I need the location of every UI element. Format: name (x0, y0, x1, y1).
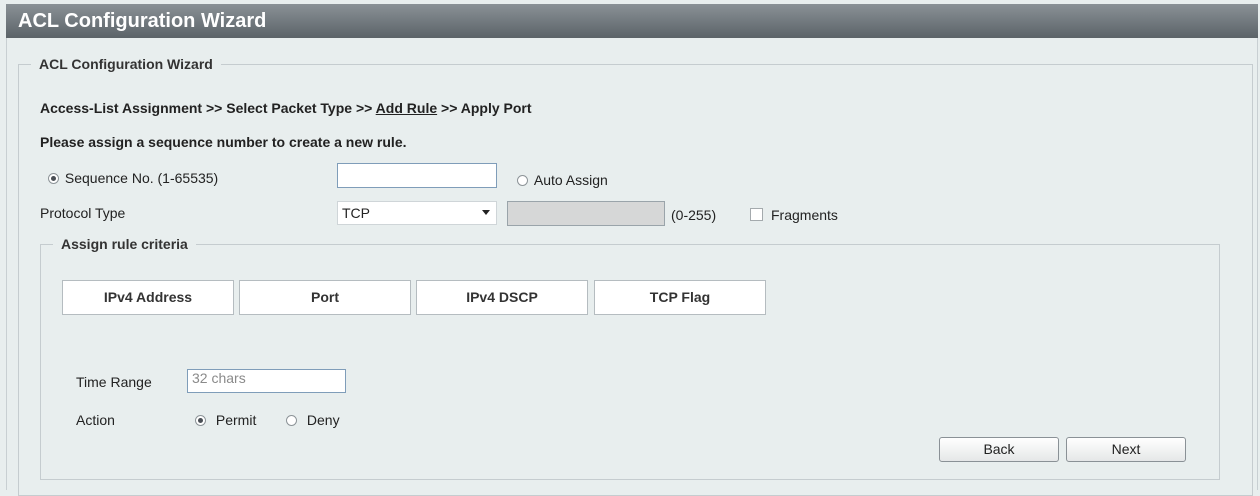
time-range-label: Time Range (76, 374, 152, 390)
permit-option[interactable]: Permit (195, 412, 256, 428)
protocol-type-select[interactable]: TCP (337, 201, 497, 225)
auto-assign-option[interactable]: Auto Assign (517, 172, 608, 188)
deny-label: Deny (306, 412, 340, 428)
breadcrumb-step-access-list: Access-List Assignment (40, 100, 203, 116)
tab-port[interactable]: Port (239, 280, 411, 315)
tab-ipv4-address[interactable]: IPv4 Address (62, 280, 234, 315)
permit-radio[interactable] (195, 415, 206, 426)
wizard-legend: ACL Configuration Wizard (39, 56, 213, 72)
tab-tcp-flag[interactable]: TCP Flag (594, 280, 766, 315)
time-range-placeholder: 32 chars (192, 370, 246, 386)
back-button[interactable]: Back (939, 437, 1059, 462)
window-title: ACL Configuration Wizard (6, 4, 1258, 38)
action-label: Action (76, 412, 115, 428)
frame-right-edge (1257, 38, 1258, 490)
fragments-checkbox[interactable] (750, 208, 763, 221)
deny-radio[interactable] (286, 415, 297, 426)
breadcrumb: Access-List Assignment >> Select Packet … (40, 100, 532, 116)
auto-assign-label: Auto Assign (533, 172, 608, 188)
tab-ipv4-dscp[interactable]: IPv4 DSCP (416, 280, 588, 315)
fragments-label: Fragments (771, 207, 838, 223)
sequence-label: Sequence No. (1-65535) (64, 170, 219, 186)
protocol-id-input (507, 201, 665, 226)
breadcrumb-separator: >> (355, 100, 373, 116)
frame-left-edge (6, 38, 7, 490)
breadcrumb-step-add-rule: Add Rule (375, 100, 438, 116)
sequence-number-input[interactable] (337, 163, 497, 188)
breadcrumb-separator: >> (205, 100, 223, 116)
breadcrumb-step-apply-port: Apply Port (460, 100, 532, 116)
sequence-radio[interactable] (48, 173, 59, 184)
next-button[interactable]: Next (1066, 437, 1186, 462)
sequence-option[interactable]: Sequence No. (1-65535) (48, 170, 218, 186)
permit-label: Permit (215, 412, 257, 428)
protocol-range-hint: (0-255) (671, 207, 717, 223)
protocol-type-value: TCP (342, 205, 370, 221)
protocol-type-label: Protocol Type (40, 205, 126, 221)
auto-assign-radio[interactable] (517, 175, 528, 186)
breadcrumb-step-packet-type: Select Packet Type (226, 100, 353, 116)
instruction-text: Please assign a sequence number to creat… (40, 134, 407, 150)
deny-option[interactable]: Deny (286, 412, 340, 428)
breadcrumb-separator: >> (441, 100, 458, 116)
rule-criteria-legend: Assign rule criteria (61, 236, 188, 252)
time-range-input[interactable]: 32 chars (187, 369, 346, 393)
chevron-down-icon (482, 210, 490, 215)
